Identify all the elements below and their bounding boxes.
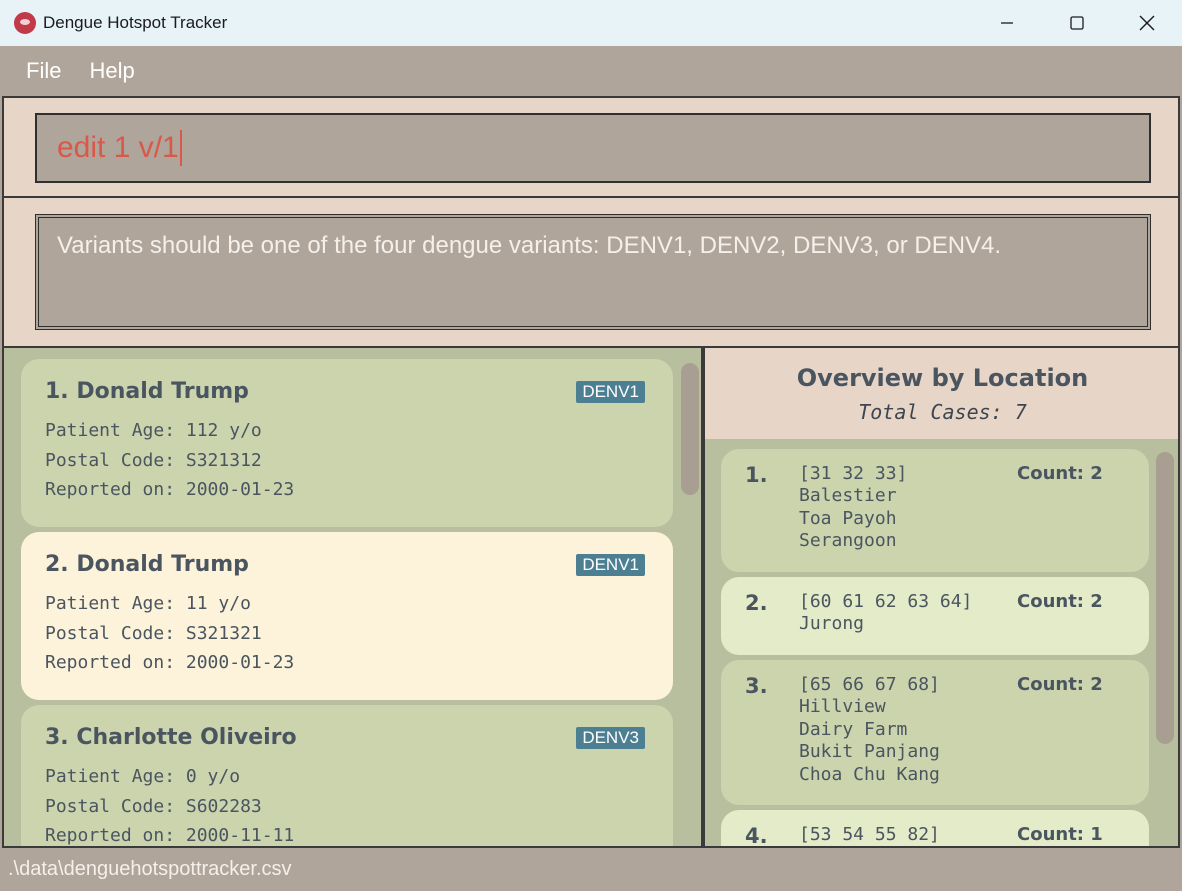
location-count: Count: 1: [1017, 824, 1103, 845]
result-display-section: Variants should be one of the four dengu…: [2, 198, 1180, 348]
file-path: .\data\denguehotspottracker.csv: [8, 858, 292, 880]
location-name: Jurong: [799, 613, 865, 634]
command-box-section: edit 1 v/1: [2, 96, 1180, 198]
command-text: edit 1 v/1: [57, 131, 179, 164]
maximize-button[interactable]: [1042, 0, 1112, 46]
minimize-icon: [1001, 22, 1013, 24]
case-title: 2. Donald Trump: [45, 552, 249, 577]
case-card-selected[interactable]: 2. Donald Trump DENV1 Patient Age: 11 y/…: [21, 532, 673, 700]
window-controls: [972, 0, 1182, 46]
location-ids: [31 32 33]: [799, 463, 908, 484]
close-button[interactable]: [1112, 0, 1182, 46]
app-logo-icon: [14, 12, 36, 34]
case-list-panel[interactable]: 1. Donald Trump DENV1 Patient Age: 112 y…: [2, 348, 703, 848]
overview-panel[interactable]: Overview by Location Total Cases: 7 1. […: [703, 348, 1180, 848]
location-count: Count: 2: [1017, 463, 1103, 484]
location-index: 4.: [745, 824, 768, 848]
app-window: Dengue Hotspot Tracker File Help edit 1 …: [0, 0, 1182, 891]
location-name: Toa Payoh: [799, 507, 897, 529]
location-ids: [65 66 67 68]: [799, 674, 940, 695]
location-index: 1.: [745, 463, 768, 487]
location-names: Balestier Toa Payoh Serangoon: [799, 485, 897, 553]
variant-tag: DENV1: [576, 381, 645, 403]
variant-tag: DENV1: [576, 554, 645, 576]
location-index: 3.: [745, 674, 768, 698]
location-card[interactable]: 2. [60 61 62 63 64] Count: 2 Jurong: [721, 577, 1149, 655]
location-card[interactable]: 4. [53 54 55 82] Count: 1: [721, 810, 1149, 848]
location-name: Hillview: [799, 696, 886, 717]
close-icon: [1139, 15, 1155, 31]
maximize-icon: [1070, 16, 1084, 30]
location-index: 2.: [745, 591, 768, 615]
text-caret: [179, 130, 182, 166]
case-age: Patient Age: 112 y/o: [45, 420, 262, 441]
case-postal: Postal Code: S321321: [45, 622, 262, 644]
location-names: Jurong: [799, 613, 864, 636]
case-card[interactable]: 1. Donald Trump DENV1 Patient Age: 112 y…: [21, 359, 673, 527]
location-name: Dairy Farm: [799, 718, 908, 740]
result-display[interactable]: Variants should be one of the four dengu…: [35, 214, 1151, 330]
overview-total-cases: Total Cases: 7: [858, 400, 1027, 424]
case-postal: Postal Code: S321312: [45, 449, 262, 471]
case-title: 1. Donald Trump: [45, 379, 249, 404]
location-ids: [53 54 55 82]: [799, 824, 940, 845]
case-card[interactable]: 3. Charlotte Oliveiro DENV3 Patient Age:…: [21, 705, 673, 846]
location-ids: [60 61 62 63 64]: [799, 591, 973, 612]
location-name: Choa Chu Kang: [799, 763, 940, 785]
location-names: Hillview Dairy Farm Bukit Panjang Choa C…: [799, 696, 940, 786]
case-date: Reported on: 2000-11-11: [45, 825, 295, 846]
menu-bar: File Help: [0, 46, 1182, 96]
case-date: Reported on: 2000-01-23: [45, 652, 295, 673]
result-message: Variants should be one of the four dengu…: [57, 232, 1002, 259]
menu-help[interactable]: Help: [89, 58, 134, 84]
case-list-scrollbar[interactable]: [681, 363, 699, 495]
location-name: Balestier: [799, 485, 897, 506]
minimize-button[interactable]: [972, 0, 1042, 46]
location-card[interactable]: 1. [31 32 33] Count: 2 Balestier Toa Pay…: [721, 449, 1149, 572]
location-card[interactable]: 3. [65 66 67 68] Count: 2 Hillview Dairy…: [721, 660, 1149, 805]
case-date: Reported on: 2000-01-23: [45, 479, 295, 500]
location-name: Serangoon: [799, 530, 897, 551]
command-input[interactable]: edit 1 v/1: [35, 113, 1151, 183]
window-title: Dengue Hotspot Tracker: [43, 13, 228, 32]
menu-file[interactable]: File: [26, 58, 61, 84]
location-count: Count: 2: [1017, 674, 1103, 695]
overview-title: Overview by Location: [796, 364, 1089, 392]
overview-header: Overview by Location Total Cases: 7: [705, 348, 1178, 439]
location-name: Bukit Panjang: [799, 741, 940, 762]
variant-tag: DENV3: [576, 727, 645, 749]
case-postal: Postal Code: S602283: [45, 795, 262, 817]
title-bar[interactable]: Dengue Hotspot Tracker: [0, 0, 1182, 46]
case-title: 3. Charlotte Oliveiro: [45, 725, 297, 750]
location-count: Count: 2: [1017, 591, 1103, 612]
overview-scrollbar[interactable]: [1156, 452, 1174, 744]
case-age: Patient Age: 11 y/o: [45, 593, 251, 614]
status-bar: .\data\denguehotspottracker.csv: [0, 848, 1182, 891]
case-age: Patient Age: 0 y/o: [45, 766, 241, 787]
